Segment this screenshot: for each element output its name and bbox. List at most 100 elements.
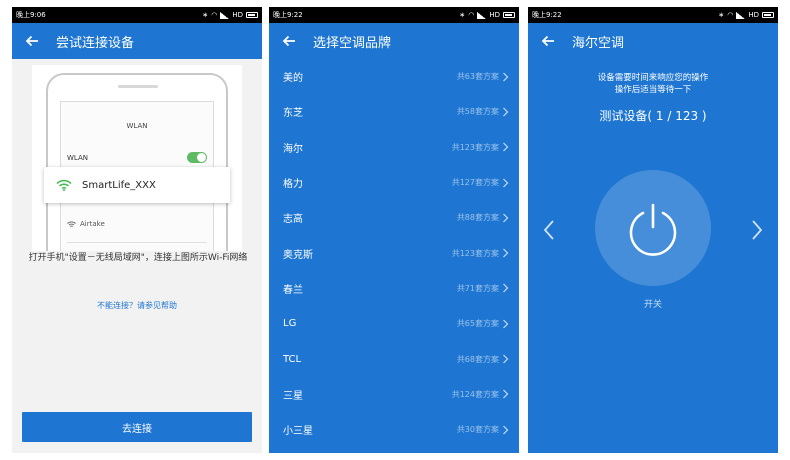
brand-name: 美的 — [283, 73, 303, 85]
wifi-illustration: WLAN WLAN Airtake — [32, 65, 242, 251]
chevron-right-icon — [503, 319, 509, 329]
brand-count-wrap: 共123套方案 — [452, 248, 509, 259]
brand-count: 共68套方案 — [456, 354, 499, 364]
wifi-icon — [56, 179, 72, 191]
app-bar: 选择空调品牌 — [269, 23, 519, 59]
brand-count-wrap: 共30套方案 — [457, 424, 509, 435]
back-arrow-icon[interactable] — [540, 33, 556, 49]
app-bar: 海尔空调 — [528, 23, 778, 59]
brand-name: 小三星 — [283, 426, 313, 438]
brand-row-chunlan[interactable]: 春兰 共71套方案 — [269, 271, 519, 306]
brand-count: 共63套方案 — [456, 72, 499, 82]
brand-name: 春兰 — [283, 284, 303, 296]
help-link[interactable]: 不能连接？请参见帮助 — [12, 300, 262, 311]
connect-button[interactable]: 去连接 — [22, 412, 252, 442]
brand-count-wrap: 共71套方案 — [457, 283, 509, 294]
chevron-right-icon — [752, 220, 763, 240]
brand-row-tcl[interactable]: TCL 共68套方案 — [269, 341, 519, 376]
brand-name: 东芝 — [283, 108, 303, 120]
brand-count: 共88套方案 — [456, 213, 499, 223]
screen-connect-device: 晚上9:06 ∗ ◠ HD 尝试连接设备 WLAN WLAN Airtake S… — [12, 7, 262, 453]
prev-scheme-button[interactable] — [542, 219, 556, 241]
wait-message: 设备需要时间来响应您的操作 操作后适当等待一下 — [528, 72, 778, 96]
battery-icon — [246, 12, 258, 18]
chevron-right-icon — [503, 72, 509, 82]
status-hd: HD — [489, 11, 500, 19]
divider — [67, 242, 207, 243]
connect-instruction: 打开手机"设置－无线局域网"，连接上图所示Wi-Fi网络 — [28, 253, 248, 263]
signal-icon — [736, 11, 746, 19]
chevron-right-icon — [503, 425, 509, 435]
chevron-right-icon — [503, 107, 509, 117]
screen-select-brand: 晚上9:22 ∗ ◠ HD 选择空调品牌 美的 共63套方案 东芝 共58套方案… — [269, 7, 519, 453]
wifi-status-icon: ◠ — [468, 11, 475, 19]
next-scheme-button[interactable] — [750, 219, 764, 241]
brand-name: 志高 — [283, 214, 303, 226]
status-bar: 晚上9:22 ∗ ◠ HD — [269, 7, 519, 23]
wifi-status-icon: ◠ — [727, 11, 734, 19]
wifi-icon — [67, 221, 76, 227]
brand-count: 共71套方案 — [456, 283, 499, 293]
brand-count: 共124套方案 — [451, 389, 499, 399]
brand-row-xiaosanxing[interactable]: 小三星 共30套方案 — [269, 412, 519, 447]
brand-count: 共65套方案 — [456, 319, 499, 329]
brand-count: 共58套方案 — [456, 107, 499, 117]
network-airtake: Airtake — [67, 220, 105, 228]
back-arrow-icon[interactable] — [281, 33, 297, 49]
brand-row-haier[interactable]: 海尔 共123套方案 — [269, 130, 519, 165]
brand-row-geli[interactable]: 格力 共127套方案 — [269, 165, 519, 200]
status-time: 晚上9:22 — [273, 11, 303, 19]
chevron-right-icon — [503, 178, 509, 187]
network-smartlife-card: SmartLife_XXX — [44, 167, 230, 203]
brand-count-wrap: 共63套方案 — [457, 71, 509, 82]
brand-row-aokesi[interactable]: 奥克斯 共123套方案 — [269, 235, 519, 270]
brand-count-wrap: 共124套方案 — [452, 389, 509, 400]
bluetooth-icon: ∗ — [718, 11, 725, 19]
signal-icon — [220, 11, 230, 19]
page-title: 尝试连接设备 — [56, 35, 135, 51]
chevron-right-icon — [503, 354, 509, 364]
brand-count-wrap: 共65套方案 — [457, 318, 509, 329]
brand-row-lg[interactable]: LG 共65套方案 — [269, 306, 519, 341]
wait-message-line2: 操作后适当等待一下 — [614, 85, 692, 95]
bluetooth-icon: ∗ — [202, 11, 209, 19]
wlan-label: WLAN — [67, 153, 89, 162]
network-airtake-label: Airtake — [80, 220, 105, 228]
power-label: 开关 — [643, 300, 662, 310]
brand-count: 共30套方案 — [456, 425, 499, 435]
brand-count-wrap: 共88套方案 — [457, 212, 509, 223]
wifi-status-icon: ◠ — [211, 11, 218, 19]
power-icon — [629, 203, 677, 256]
brand-name: LG — [283, 318, 297, 330]
brand-name: TCL — [283, 353, 302, 365]
page-title: 海尔空调 — [572, 35, 625, 51]
battery-icon — [503, 12, 515, 18]
wait-message-line1: 设备需要时间来响应您的操作 — [597, 73, 709, 83]
status-hd: HD — [748, 11, 759, 19]
brand-row-zhigao[interactable]: 志高 共88套方案 — [269, 200, 519, 235]
status-bar: 晚上9:06 ∗ ◠ HD — [12, 7, 262, 23]
status-bar: 晚上9:22 ∗ ◠ HD — [528, 7, 778, 23]
bluetooth-icon: ∗ — [459, 11, 466, 19]
phone-speaker — [118, 85, 158, 88]
signal-icon — [477, 11, 487, 19]
brand-name: 格力 — [283, 179, 303, 191]
brand-count-wrap: 共127套方案 — [452, 177, 509, 188]
brand-row-meidi[interactable]: 美的 共63套方案 — [269, 59, 519, 94]
status-hd: HD — [232, 11, 243, 19]
phone-illustration: WLAN WLAN Airtake — [46, 73, 228, 251]
status-time: 晚上9:06 — [16, 11, 46, 19]
network-smartlife-label: SmartLife_XXX — [82, 179, 156, 191]
wlan-toggle-row: WLAN — [67, 152, 207, 163]
chevron-right-icon — [503, 389, 509, 399]
brand-name: 三星 — [283, 390, 303, 402]
back-arrow-icon[interactable] — [24, 33, 40, 49]
wlan-toggle — [187, 152, 207, 163]
brand-row-dongzhi[interactable]: 东芝 共58套方案 — [269, 94, 519, 129]
brand-count-wrap: 共68套方案 — [457, 354, 509, 365]
chevron-right-icon — [503, 283, 509, 293]
chevron-left-icon — [543, 220, 554, 240]
brand-count: 共123套方案 — [451, 142, 499, 152]
brand-row-samsung[interactable]: 三星 共124套方案 — [269, 377, 519, 412]
power-button[interactable] — [595, 170, 711, 286]
